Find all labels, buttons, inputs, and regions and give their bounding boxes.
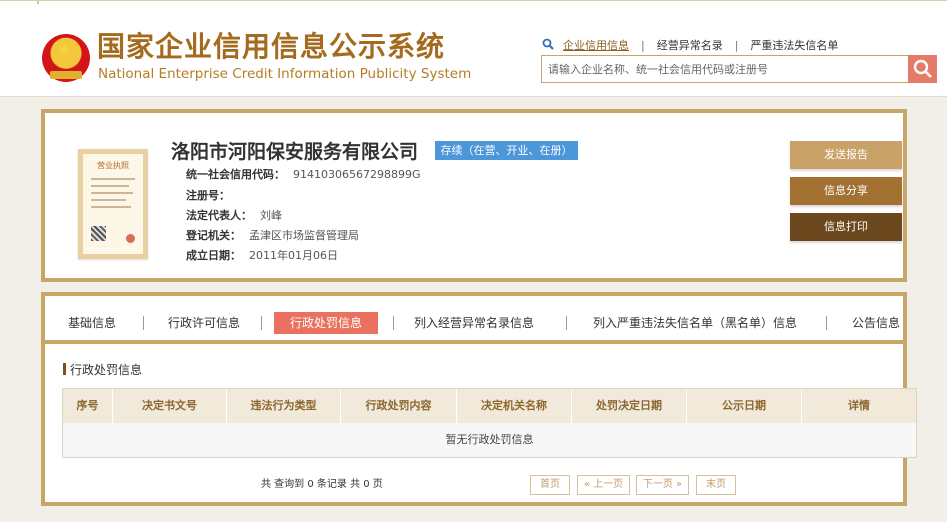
link-separator: | (734, 39, 739, 52)
tab-separator (143, 316, 144, 330)
tab-blacklist-info[interactable]: 列入严重违法失信名单（黑名单）信息 (584, 312, 806, 334)
tab-penalty-info[interactable]: 行政处罚信息 (274, 312, 378, 334)
prev-page-button[interactable]: « 上一页 (577, 475, 630, 495)
tab-separator (826, 316, 827, 330)
info-row-authority: 登记机关： 孟津区市场监督管理局 (186, 229, 359, 243)
table-header: 序号 决定书文号 违法行为类型 行政处罚内容 决定机关名称 处罚决定日期 公示日… (62, 388, 917, 424)
section-title-text: 行政处罚信息 (70, 363, 143, 377)
license-text-line (91, 192, 133, 194)
table-body: 暂无行政处罚信息 (62, 423, 917, 458)
seal-icon (126, 234, 135, 243)
tab-separator (566, 316, 567, 330)
site-subtitle: National Enterprise Credit Information P… (98, 66, 472, 82)
info-row-legal-rep: 法定代表人： 刘峰 (186, 209, 282, 223)
quick-link-serious-violation-list[interactable]: 严重违法失信名单 (750, 39, 838, 53)
info-row-established: 成立日期： 2011年01月06日 (186, 249, 338, 263)
info-row-reg-number: 注册号： (186, 189, 238, 203)
license-text-line (91, 178, 135, 180)
tab-bar: 基础信息 行政许可信息 行政处罚信息 列入经营异常名录信息 列入严重违法失信名单… (45, 296, 903, 344)
search-icon (542, 38, 554, 50)
info-label: 登记机关： (186, 229, 241, 242)
send-report-button[interactable]: 发送报告 (790, 141, 902, 169)
tab-separator (393, 316, 394, 330)
business-license-image: 营业执照 (78, 149, 148, 259)
column-header: 行政处罚内容 (365, 399, 432, 412)
tab-basic-info[interactable]: 基础信息 (63, 312, 121, 334)
info-value: 刘峰 (260, 209, 282, 222)
next-page-button[interactable]: 下一页 » (636, 475, 689, 495)
quick-link-enterprise-credit[interactable]: 企业信用信息 (563, 39, 629, 53)
section-title: 行政处罚信息 (63, 363, 142, 377)
info-label: 注册号： (186, 189, 230, 202)
site-header: ★ 国家企业信用信息公示系统 National Enterprise Credi… (0, 4, 947, 97)
penalty-table: 序号 决定书文号 违法行为类型 行政处罚内容 决定机关名称 处罚决定日期 公示日… (62, 388, 917, 458)
qr-code-icon (91, 226, 106, 241)
first-page-button[interactable]: 首页 (530, 475, 570, 495)
share-info-button[interactable]: 信息分享 (790, 177, 902, 205)
tab-license-info[interactable]: 行政许可信息 (163, 312, 245, 334)
company-name: 洛阳市河阳保安服务有限公司 (171, 141, 419, 163)
national-emblem-icon: ★ (42, 34, 90, 82)
last-page-button[interactable]: 末页 (696, 475, 736, 495)
empty-message: 暂无行政处罚信息 (445, 433, 534, 446)
info-value: 2011年01月06日 (249, 249, 338, 262)
column-header: 违法行为类型 (250, 399, 317, 412)
record-summary: 共 查询到 0 条记录 共 0 页 (261, 479, 383, 490)
column-header: 处罚决定日期 (596, 399, 662, 412)
column-header: 决定书文号 (142, 399, 197, 412)
detail-panel: 基础信息 行政许可信息 行政处罚信息 列入经营异常名录信息 列入严重违法失信名单… (41, 292, 917, 506)
license-text-line (91, 206, 131, 208)
info-value: 91410306567298899G (293, 168, 421, 181)
info-row-credit-code: 统一社会信用代码： 91410306567298899G (186, 168, 421, 182)
info-label: 统一社会信用代码： (186, 168, 285, 181)
search-icon (913, 59, 932, 78)
column-header: 公示日期 (722, 399, 766, 412)
license-text-line (91, 185, 129, 187)
tab-abnormal-list-info[interactable]: 列入经营异常名录信息 (408, 312, 540, 334)
license-title: 营业执照 (97, 161, 129, 170)
column-header: 序号 (76, 399, 99, 412)
column-header: 详情 (848, 399, 870, 412)
column-header: 决定机关名称 (481, 399, 547, 412)
search-input[interactable] (542, 56, 907, 82)
site-title: 国家企业信用信息公示系统 (97, 30, 446, 63)
license-text-line (91, 199, 126, 201)
tab-announcement-info[interactable]: 公告信息 (847, 312, 905, 334)
status-badge: 存续（在营、开业、在册） (435, 141, 578, 160)
print-info-button[interactable]: 信息打印 (790, 213, 902, 241)
search-box (541, 55, 937, 83)
quick-links: 企业信用信息 | 经营异常名录 | 严重违法失信名单 (563, 39, 838, 53)
search-button[interactable] (908, 55, 937, 83)
section-marker (63, 363, 66, 375)
info-label: 法定代表人： (186, 209, 252, 222)
link-separator: | (641, 39, 645, 52)
company-card: 营业执照 洛阳市河阳保安服务有限公司 存续（在营、开业、在册） 统一社会信用代码… (41, 109, 907, 282)
info-value: 孟津区市场监督管理局 (249, 229, 359, 242)
quick-link-abnormal-list[interactable]: 经营异常名录 (657, 39, 723, 53)
tab-separator (261, 316, 262, 330)
info-label: 成立日期： (186, 249, 241, 262)
